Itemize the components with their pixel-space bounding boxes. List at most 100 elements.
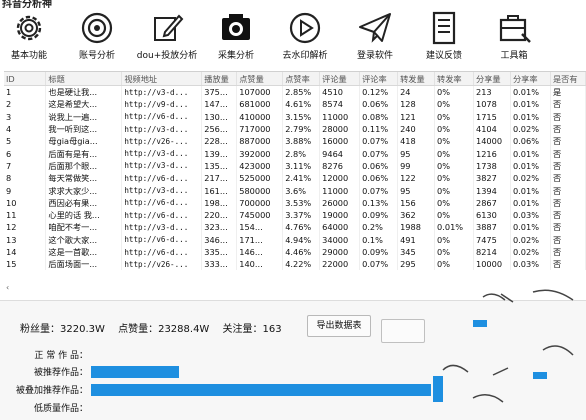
progress-row: 被推荐作品： — [0, 366, 440, 380]
table-cell: 每天常做笑... — [45, 172, 123, 185]
table-cell: 5 — [4, 135, 47, 148]
table-cell: 0.01% — [510, 196, 551, 209]
table-cell: 146... — [236, 245, 284, 259]
table-cell: 12000 — [319, 172, 361, 185]
tool-label: 建议反馈 — [425, 51, 462, 61]
tool-label: 基本功能 — [10, 51, 47, 61]
table-row[interactable]: 6 后面有是有... http://v3-d... 139... 392000 2.8% 9… — [4, 147, 586, 160]
column-header[interactable]: ID — [4, 72, 47, 86]
table-row[interactable]: 2 这是希望大... http://v9-d... 147... 681000 4.61%… — [4, 98, 586, 111]
video-data-grid[interactable]: ID 标题 视频地址 播放量 点赞量 点赞率 评论量 评论率 转发量 转发率 分享量 分享率 是否有 1… — [4, 71, 586, 286]
table-row[interactable]: 1 也是硬让我... http://v3-d... 375... 107000 2.85%… — [4, 85, 586, 99]
table-cell: http://v3-d... — [121, 147, 203, 160]
column-header[interactable]: 转发率 — [434, 72, 475, 86]
table-cell: 后面那个眼... — [45, 159, 123, 173]
table-row[interactable]: 14 这是一首歌... http://v6-d... 335... 146... 4.46… — [4, 245, 586, 259]
table-cell: 0.02% — [510, 233, 551, 246]
column-header[interactable]: 点赞率 — [282, 72, 321, 86]
table-cell: http://v3-d... — [121, 221, 203, 234]
table-cell: 24 — [397, 85, 436, 99]
table-row[interactable]: 13 这个歌大家... http://v6-d... 346... 171... 4.94… — [4, 233, 586, 246]
table-cell: 4104 — [473, 122, 511, 136]
table-cell: 0% — [434, 122, 475, 136]
table-cell: 2867 — [473, 196, 511, 209]
scroll-left-icon[interactable]: ‹ — [6, 283, 9, 292]
basic-functions-button[interactable]: 基本功能 — [0, 10, 64, 61]
table-cell: 228... — [201, 135, 238, 148]
table-cell: 346... — [201, 233, 238, 246]
column-header[interactable]: 点赞量 — [236, 72, 284, 86]
table-cell: 否 — [550, 122, 586, 136]
column-header[interactable]: 视频地址 — [121, 72, 203, 86]
collect-analysis-button[interactable]: 采集分析 — [201, 10, 271, 61]
tool-label: 登录软件 — [356, 51, 393, 61]
table-cell: 3.88% — [282, 135, 321, 148]
table-cell: 95 — [397, 184, 436, 197]
table-cell: 否 — [550, 184, 586, 197]
table-cell: 说我上一遍... — [45, 110, 123, 123]
table-cell: 240 — [397, 122, 436, 136]
table-row[interactable]: 5 母gia母gia... http://v26-... 228... 887000 3.… — [4, 135, 586, 148]
table-cell: 0.01% — [434, 221, 475, 234]
table-cell: 1216 — [473, 147, 511, 160]
table-cell: 否 — [550, 245, 586, 259]
table-cell: 0.1% — [359, 233, 399, 246]
remove-watermark-button[interactable]: 去水印解析 — [270, 10, 340, 61]
table-row[interactable]: 3 说我上一遍... http://v6-d... 130... 410000 3.15%… — [4, 110, 586, 123]
table-cell: 11 — [4, 208, 47, 222]
table-row[interactable]: 11 心里的话 我... http://v6-d... 220... 745000 3.3… — [4, 208, 586, 222]
table-row[interactable]: 15 后面场面一... http://v26-... 333... 140... 4.22… — [4, 258, 586, 271]
table-row[interactable]: 4 我一听到这... http://v3-d... 256... 717000 2.79%… — [4, 122, 586, 136]
export-data-button[interactable]: 导出数据表 — [307, 315, 371, 337]
table-cell: 256... — [201, 122, 238, 136]
table-cell: 8574 — [319, 98, 361, 111]
play-circle-icon — [289, 12, 321, 44]
table-cell: 否 — [550, 221, 586, 234]
column-header[interactable]: 是否有 — [550, 72, 586, 86]
table-row[interactable]: 7 后面那个眼... http://v3-d... 135... 423000 3.11%… — [4, 159, 586, 173]
table-cell: 7475 — [473, 233, 511, 246]
table-cell: 28000 — [319, 122, 361, 136]
table-cell: 否 — [550, 159, 586, 173]
table-cell: 99 — [397, 159, 436, 173]
feedback-button[interactable]: 建议反馈 — [409, 10, 479, 61]
table-cell: 1715 — [473, 110, 511, 123]
table-cell: 4.22% — [282, 258, 321, 271]
progress-track — [91, 366, 431, 378]
table-cell: 8 — [4, 172, 47, 185]
table-cell: 这是一首歌... — [45, 245, 123, 259]
table-cell: 11000 — [319, 184, 361, 197]
table-row[interactable]: 10 西因必有果... http://v6-d... 198... 700000 3.53… — [4, 196, 586, 209]
login-software-button[interactable]: 登录软件 — [340, 10, 410, 61]
table-cell: 9464 — [319, 147, 361, 160]
column-header[interactable]: 分享率 — [510, 72, 551, 86]
table-row[interactable]: 9 求求大家少... http://v3-d... 161... 580000 3.6% 1… — [4, 184, 586, 197]
column-header[interactable]: 评论率 — [359, 72, 399, 86]
table-cell: 咱配不考一... — [45, 221, 123, 234]
secondary-button[interactable] — [381, 319, 425, 343]
dou-plus-analysis-button[interactable]: dou+投放分析 — [132, 10, 202, 61]
column-header[interactable]: 标题 — [45, 72, 123, 86]
column-header[interactable]: 分享量 — [473, 72, 511, 86]
table-cell: 1394 — [473, 184, 511, 197]
table-cell: 3887 — [473, 221, 511, 234]
column-header[interactable]: 评论量 — [319, 72, 361, 86]
table-cell: 0.01% — [510, 159, 551, 173]
table-cell: 7 — [4, 159, 47, 173]
table-cell: 525000 — [236, 172, 284, 185]
toolbox-icon — [499, 15, 531, 43]
table-cell: http://v6-d... — [121, 245, 203, 259]
account-analysis-button[interactable]: 账号分析 — [62, 10, 132, 61]
table-cell: 0.01% — [510, 221, 551, 234]
account-stats: 粉丝量：3220.3W 点赞量：23288.4W 关注量：163 — [20, 320, 292, 335]
table-row[interactable]: 8 每天常做笑... http://v6-d... 217... 525000 2.41%… — [4, 172, 586, 185]
table-row[interactable]: 12 咱配不考一... http://v3-d... 323... 154... 4.76… — [4, 221, 586, 234]
table-cell: 12 — [4, 221, 47, 234]
toolbox-button[interactable]: 工具箱 — [479, 10, 549, 61]
column-header[interactable]: 播放量 — [201, 72, 238, 86]
progress-row: 低质量作品： — [0, 402, 440, 416]
table-cell: 34000 — [319, 233, 361, 246]
column-header[interactable]: 转发量 — [397, 72, 436, 86]
table-cell: 否 — [550, 147, 586, 160]
progress-track — [91, 384, 431, 396]
